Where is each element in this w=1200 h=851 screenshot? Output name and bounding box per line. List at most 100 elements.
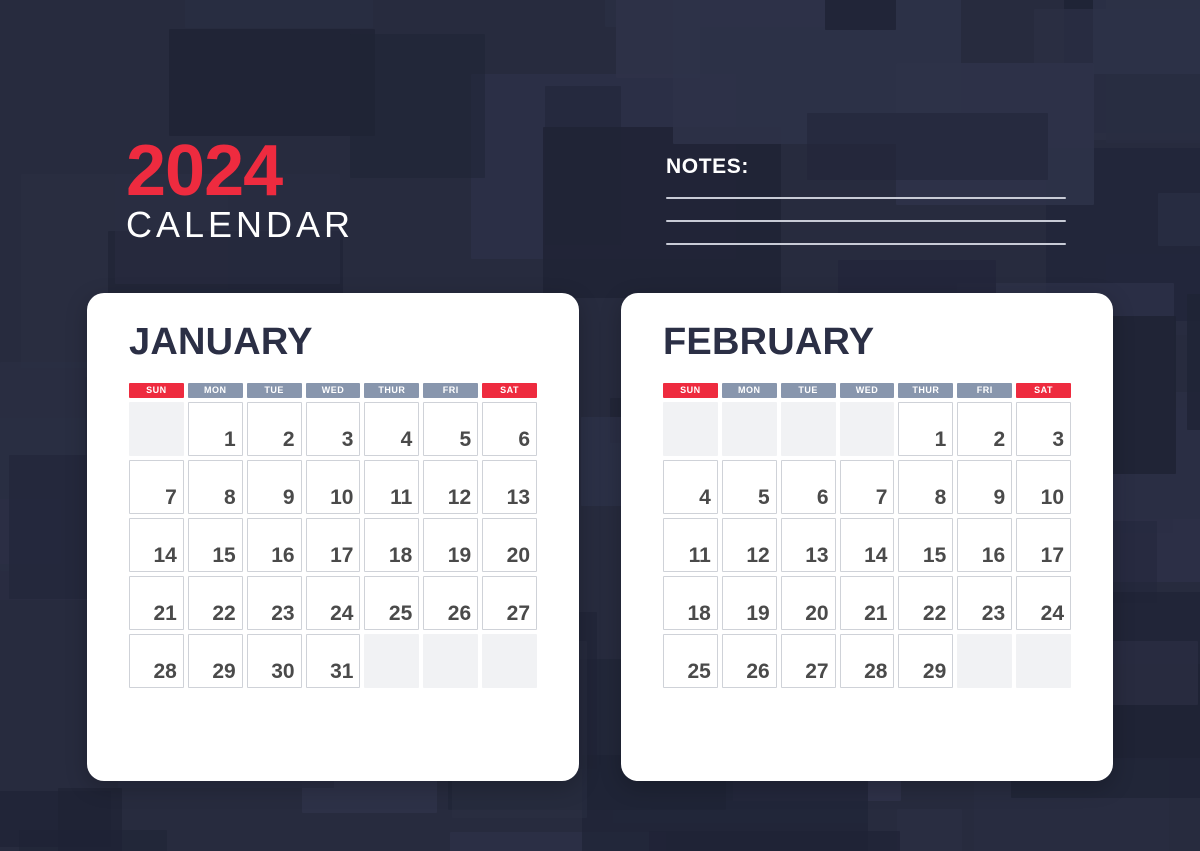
day-cell[interactable]: 7	[129, 460, 184, 514]
day-cell[interactable]: 13	[780, 518, 836, 572]
day-cell[interactable]: 17	[305, 518, 361, 572]
day-cell[interactable]: 6	[780, 460, 836, 514]
day-cell[interactable]: 20	[482, 518, 537, 572]
year-label: 2024	[126, 131, 283, 211]
day-cell[interactable]: 10	[305, 460, 361, 514]
day-cell[interactable]: 18	[364, 518, 420, 572]
day-cell[interactable]: 19	[423, 518, 479, 572]
day-cell[interactable]: 9	[246, 460, 302, 514]
day-header-sat: SAT	[482, 383, 537, 398]
day-cell[interactable]: 18	[663, 576, 718, 630]
day-cell[interactable]: 27	[482, 576, 537, 630]
month-title: JANUARY	[129, 321, 313, 363]
day-cell[interactable]: 15	[187, 518, 243, 572]
day-cell[interactable]: 2	[957, 402, 1013, 456]
notes-section: NOTES:	[666, 155, 1066, 266]
day-cell[interactable]: 2	[246, 402, 302, 456]
day-cell[interactable]: 5	[721, 460, 777, 514]
days-grid: 1 2 3 4 5 6 7 8 9 10 11 12 13 14 15 16 17 18 19 20 21 22 23 24 2…	[129, 402, 537, 688]
day-header-tue: TUE	[246, 383, 302, 398]
day-cell[interactable]: 26	[721, 634, 777, 688]
day-cell[interactable]: 19	[721, 576, 777, 630]
day-cell[interactable]: 21	[839, 576, 895, 630]
day-cell[interactable]: 4	[364, 402, 420, 456]
calendar-label: CALENDAR	[126, 204, 355, 246]
day-cell[interactable]: 28	[129, 634, 184, 688]
day-cell[interactable]: 6	[482, 402, 537, 456]
day-header-fri: FRI	[957, 383, 1013, 398]
day-header-sun: SUN	[663, 383, 718, 398]
month-title: FEBRUARY	[663, 321, 875, 363]
day-cell[interactable]: 23	[246, 576, 302, 630]
day-cell[interactable]: 21	[129, 576, 184, 630]
day-cell[interactable]: 3	[1016, 402, 1071, 456]
day-cell-empty	[482, 634, 537, 688]
day-header-fri: FRI	[423, 383, 479, 398]
day-cell[interactable]: 24	[1016, 576, 1071, 630]
day-cell[interactable]: 30	[246, 634, 302, 688]
day-cell[interactable]: 29	[898, 634, 954, 688]
notes-heading: NOTES:	[666, 155, 749, 178]
day-cell[interactable]: 20	[780, 576, 836, 630]
day-cell[interactable]: 22	[898, 576, 954, 630]
month-grid: SUN MON TUE WED THUR FRI SAT 1 2 3 4 5 6 7 8 9 10 11 12 13 1…	[663, 383, 1071, 688]
day-cell[interactable]: 7	[839, 460, 895, 514]
notes-line[interactable]	[666, 197, 1066, 199]
day-cell[interactable]: 17	[1016, 518, 1071, 572]
notes-line[interactable]	[666, 220, 1066, 222]
month-card-january: JANUARY SUN MON TUE WED THUR FRI SAT 1 2 3 4 5 6 7 8 9 10…	[87, 293, 579, 781]
day-header-mon: MON	[721, 383, 777, 398]
month-grid: SUN MON TUE WED THUR FRI SAT 1 2 3 4 5 6 7 8 9 10 11 12 13 1…	[129, 383, 537, 688]
day-cell-empty	[663, 402, 718, 456]
notes-line[interactable]	[666, 243, 1066, 245]
day-header-thur: THUR	[364, 383, 420, 398]
day-header-thur: THUR	[898, 383, 954, 398]
day-cell[interactable]: 15	[898, 518, 954, 572]
day-cell-empty	[423, 634, 479, 688]
day-cell[interactable]: 8	[187, 460, 243, 514]
day-header-tue: TUE	[780, 383, 836, 398]
month-card-february: FEBRUARY SUN MON TUE WED THUR FRI SAT 1 2 3 4 5 6 7 8 9 1…	[621, 293, 1113, 781]
page-title: 2024 CALENDAR	[126, 131, 355, 246]
day-cell[interactable]: 16	[246, 518, 302, 572]
day-cell[interactable]: 29	[187, 634, 243, 688]
day-cell[interactable]: 12	[721, 518, 777, 572]
day-cell[interactable]: 8	[898, 460, 954, 514]
day-cell[interactable]: 14	[129, 518, 184, 572]
day-of-week-header-row: SUN MON TUE WED THUR FRI SAT	[663, 383, 1071, 398]
day-cell[interactable]: 25	[364, 576, 420, 630]
day-cell[interactable]: 10	[1016, 460, 1071, 514]
day-cell[interactable]: 31	[305, 634, 361, 688]
day-cell-empty	[957, 634, 1013, 688]
day-header-wed: WED	[305, 383, 361, 398]
day-cell[interactable]: 11	[663, 518, 718, 572]
day-cell[interactable]: 1	[187, 402, 243, 456]
day-cell-empty	[721, 402, 777, 456]
day-cell[interactable]: 13	[482, 460, 537, 514]
notes-lines[interactable]	[666, 197, 1066, 245]
calendar-page: 2024 CALENDAR NOTES: JANUARY SUN MON TUE WED…	[0, 0, 1200, 851]
day-cell[interactable]: 3	[305, 402, 361, 456]
day-cell[interactable]: 27	[780, 634, 836, 688]
day-cell[interactable]: 5	[423, 402, 479, 456]
day-cell[interactable]: 22	[187, 576, 243, 630]
day-cell[interactable]: 25	[663, 634, 718, 688]
day-cell[interactable]: 14	[839, 518, 895, 572]
day-cell[interactable]: 1	[898, 402, 954, 456]
day-cell[interactable]: 28	[839, 634, 895, 688]
day-cell[interactable]: 9	[957, 460, 1013, 514]
day-cell[interactable]: 23	[957, 576, 1013, 630]
day-cell[interactable]: 12	[423, 460, 479, 514]
day-cell-empty	[839, 402, 895, 456]
day-cell-empty	[780, 402, 836, 456]
day-cell[interactable]: 24	[305, 576, 361, 630]
day-header-mon: MON	[187, 383, 243, 398]
day-header-sun: SUN	[129, 383, 184, 398]
day-cell[interactable]: 16	[957, 518, 1013, 572]
days-grid: 1 2 3 4 5 6 7 8 9 10 11 12 13 14 15 16 17 18 19 20 21 22 23 24 2…	[663, 402, 1071, 688]
day-cell-empty	[364, 634, 420, 688]
day-cell[interactable]: 4	[663, 460, 718, 514]
day-cell[interactable]: 26	[423, 576, 479, 630]
day-header-wed: WED	[839, 383, 895, 398]
day-cell[interactable]: 11	[364, 460, 420, 514]
